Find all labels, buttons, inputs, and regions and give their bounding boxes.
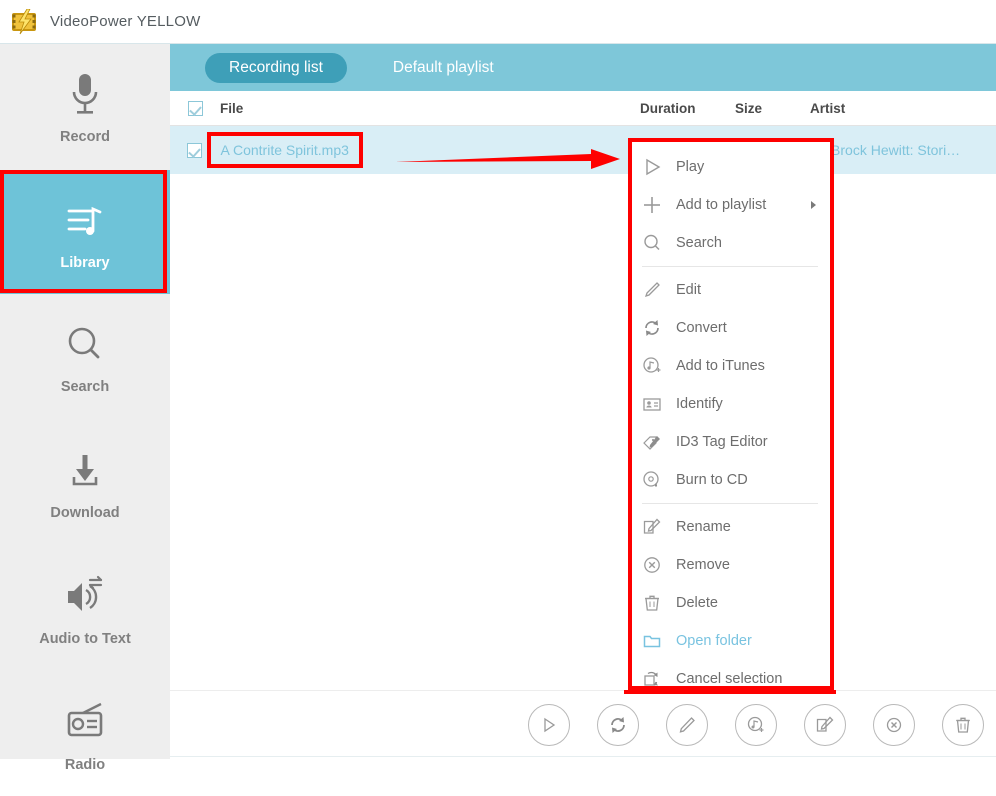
- table-header: File Duration Size Artist: [170, 91, 996, 126]
- column-header-duration[interactable]: Duration: [640, 101, 735, 116]
- radio-icon: [61, 695, 109, 751]
- rename-pencil-icon: [815, 715, 835, 735]
- sidebar-item-label: Search: [60, 379, 110, 395]
- magnifier-icon: [63, 317, 107, 373]
- menu-item-label: Rename: [676, 519, 731, 535]
- column-header-file[interactable]: File: [220, 101, 640, 116]
- cd-burn-icon: [642, 470, 676, 490]
- convert-arrows-icon: [642, 318, 676, 338]
- sidebar-item-label: Radio: [64, 757, 106, 773]
- footer-highlight-annotation: [624, 690, 836, 694]
- folder-icon: [642, 631, 676, 651]
- note-circle-plus-icon: [746, 715, 766, 735]
- download-icon: [63, 443, 107, 499]
- circle-x-icon: [642, 555, 676, 575]
- microphone-icon: [65, 67, 105, 123]
- context-menu-list: Play Add to playlist Search Edit Convert…: [632, 142, 830, 686]
- menu-item-label: Delete: [676, 595, 718, 611]
- menu-item-convert[interactable]: Convert: [632, 309, 830, 347]
- magnifier-icon: [642, 233, 676, 253]
- cancel-selection-icon: [642, 669, 676, 686]
- edit-button[interactable]: [666, 704, 708, 746]
- menu-item-search[interactable]: Search: [632, 224, 830, 262]
- tab-bar: Recording list Default playlist: [170, 44, 996, 91]
- menu-item-label: Search: [676, 235, 722, 251]
- menu-item-label: Open folder: [676, 633, 752, 649]
- menu-item-burn-to-cd[interactable]: Burn to CD: [632, 461, 830, 499]
- column-header-size[interactable]: Size: [735, 101, 810, 116]
- sidebar-item-label: Download: [50, 505, 120, 521]
- menu-item-remove[interactable]: Remove: [632, 546, 830, 584]
- sidebar-item-record[interactable]: Record: [0, 44, 170, 168]
- menu-item-label: Burn to CD: [676, 472, 748, 488]
- play-triangle-icon: [642, 157, 676, 177]
- row-file-name[interactable]: A Contrite Spirit.mp3: [206, 132, 363, 168]
- sidebar-item-label: Library: [60, 255, 110, 271]
- pencil-icon: [642, 280, 676, 300]
- menu-item-label: Identify: [676, 396, 723, 412]
- menu-divider: [642, 503, 818, 504]
- rename-pencil-icon: [642, 517, 676, 537]
- menu-item-delete[interactable]: Delete: [632, 584, 830, 622]
- context-menu[interactable]: Play Add to playlist Search Edit Convert…: [628, 138, 834, 690]
- menu-item-label: Cancel selection: [676, 671, 783, 686]
- sidebar-item-search[interactable]: Search: [0, 294, 170, 418]
- select-all-checkbox[interactable]: [170, 100, 220, 116]
- table-row[interactable]: A Contrite Spirit.mp3 Brock Hewitt: Stor…: [170, 126, 996, 174]
- footer-toolbar: [170, 690, 996, 759]
- id3-tag-button[interactable]: [804, 704, 846, 746]
- convert-button[interactable]: [597, 704, 639, 746]
- trash-icon: [953, 715, 973, 735]
- add-to-itunes-button[interactable]: [735, 704, 777, 746]
- main-panel: Recording list Default playlist File Dur…: [170, 44, 996, 759]
- menu-item-label: Add to playlist: [676, 197, 767, 213]
- sidebar-item-label: Record: [60, 129, 110, 145]
- sidebar-item-audio-to-text[interactable]: Audio to Text: [0, 546, 170, 670]
- menu-item-label: ID3 Tag Editor: [676, 434, 768, 450]
- tab-recording-list[interactable]: Recording list: [205, 52, 347, 83]
- menu-item-id3-tag-editor[interactable]: ID3 Tag Editor: [632, 423, 830, 461]
- menu-item-label: Remove: [676, 557, 730, 573]
- menu-item-rename[interactable]: Rename: [632, 508, 830, 546]
- row-file-cell[interactable]: A Contrite Spirit.mp3: [206, 132, 627, 168]
- app-title: VideoPower YELLOW: [50, 13, 201, 30]
- trash-icon: [642, 593, 676, 613]
- speaker-swap-icon: [60, 569, 110, 625]
- playlist-note-icon: [62, 193, 108, 249]
- sidebar-item-download[interactable]: Download: [0, 420, 170, 544]
- menu-item-add-to-playlist[interactable]: Add to playlist: [632, 186, 830, 224]
- lightning-film-icon: [10, 8, 38, 35]
- menu-item-label: Add to iTunes: [676, 358, 765, 374]
- menu-divider: [642, 266, 818, 267]
- play-triangle-icon: [540, 716, 558, 734]
- plus-icon: [642, 195, 676, 215]
- convert-arrows-icon: [608, 715, 628, 735]
- sidebar-item-label: Audio to Text: [39, 631, 131, 647]
- pencil-icon: [677, 715, 697, 735]
- menu-item-play[interactable]: Play: [632, 148, 830, 186]
- title-bar: VideoPower YELLOW: [0, 0, 996, 44]
- menu-item-label: Play: [676, 159, 705, 175]
- menu-item-edit[interactable]: Edit: [632, 271, 830, 309]
- chevron-right-icon: [811, 201, 816, 209]
- window-bottom-border: [170, 756, 996, 757]
- menu-item-label: Edit: [676, 282, 701, 298]
- sidebar-item-library[interactable]: Library: [0, 170, 170, 294]
- note-circle-plus-icon: [642, 356, 676, 376]
- delete-button[interactable]: [942, 704, 984, 746]
- play-button[interactable]: [528, 704, 570, 746]
- sidebar-item-radio[interactable]: Radio: [0, 672, 170, 796]
- menu-item-open-folder[interactable]: Open folder: [632, 622, 830, 660]
- id-card-icon: [642, 394, 676, 414]
- tab-default-playlist[interactable]: Default playlist: [369, 53, 518, 83]
- remove-button[interactable]: [873, 704, 915, 746]
- circle-x-icon: [885, 716, 903, 734]
- menu-item-add-to-itunes[interactable]: Add to iTunes: [632, 347, 830, 385]
- sidebar: Record Library Search Download Audio to …: [0, 44, 170, 773]
- menu-item-identify[interactable]: Identify: [632, 385, 830, 423]
- menu-item-label: Convert: [676, 320, 727, 336]
- column-header-artist[interactable]: Artist: [810, 101, 950, 116]
- menu-item-cancel-selection[interactable]: Cancel selection: [632, 660, 830, 686]
- tag-pencil-icon: [642, 432, 676, 452]
